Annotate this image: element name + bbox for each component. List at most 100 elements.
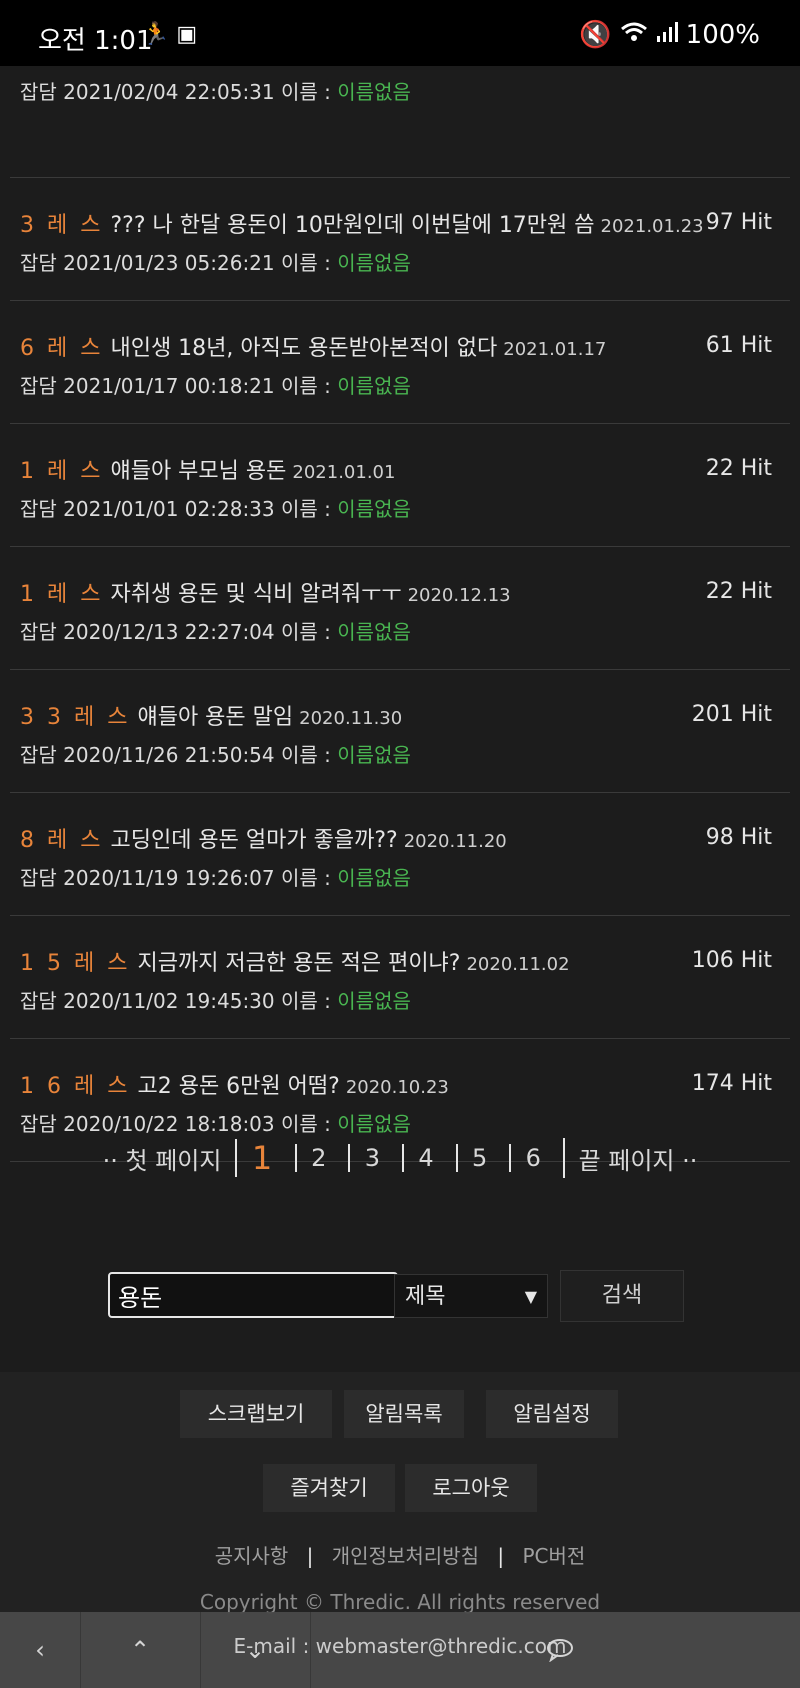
hit-count: 174 Hit	[691, 1071, 772, 1096]
thread-title-line[interactable]: 1 레 스 자취생 용돈 및 식비 알려줘ㅜㅜ 2020.12.13	[20, 576, 511, 608]
thread-title-line[interactable]: 1 5 레 스 지금까지 저금한 용돈 적은 편이냐? 2020.11.02	[20, 945, 570, 977]
status-time: 오전 1:01	[38, 26, 153, 56]
thread-datetime: 2020/12/13 22:27:04	[63, 620, 275, 644]
page-link[interactable]: 4	[402, 1144, 448, 1172]
bottom-nav-bar: E-mail : webmaster@thredic.com ‹ ⌃ ⌄	[0, 1612, 800, 1688]
list-item[interactable]: 6 레 스 내인생 18년, 아직도 용돈받아본적이 없다 2021.01.17 6…	[10, 300, 790, 424]
thread-author: 이름없음	[337, 497, 411, 521]
thread-date: 2021.01.01	[292, 462, 396, 483]
thread-category: 잡담	[20, 743, 57, 767]
reply-count: 3 3 레 스	[20, 705, 131, 730]
reply-count: 1 레 스	[20, 459, 104, 484]
dropdown-caret-icon: ▼	[524, 1287, 537, 1306]
page-link[interactable]: 3	[348, 1144, 394, 1172]
thread-author: 이름없음	[337, 251, 411, 275]
thread-date: 2020.11.20	[403, 831, 507, 852]
list-item[interactable]: 1 레 스 자취생 용돈 및 식비 알려줘ㅜㅜ 2020.12.13 22 Hit 잡…	[10, 546, 790, 670]
battery-percent: 100%	[685, 20, 760, 50]
thread-datetime: 2020/11/02 19:45:30	[63, 989, 275, 1013]
scrap-view-button[interactable]: 스크랩보기	[180, 1390, 332, 1438]
last-page-link[interactable]: 끝 페이지 ··	[579, 1141, 698, 1176]
list-item[interactable]: 잡담 2021/02/04 22:05:31 이름 : 이름없음	[10, 66, 790, 178]
thread-meta: 잡담 2021/02/04 22:05:31 이름 : 이름없음	[20, 76, 411, 105]
thread-date: 2021.01.23	[600, 216, 704, 237]
thread-name-label: 이름 :	[281, 743, 331, 767]
page-link[interactable]: 6	[509, 1144, 555, 1172]
thread-title-line[interactable]: 6 레 스 내인생 18년, 아직도 용돈받아본적이 없다 2021.01.17	[20, 330, 606, 362]
thread-title[interactable]: 고딩인데 용돈 얼마가 좋을까??	[110, 828, 397, 853]
thread-category: 잡담	[20, 251, 57, 275]
thread-name-label: 이름 :	[281, 374, 331, 398]
list-item[interactable]: 1 5 레 스 지금까지 저금한 용돈 적은 편이냐? 2020.11.02 106…	[10, 915, 790, 1039]
notification-list-button[interactable]: 알림목록	[344, 1390, 464, 1438]
search-button[interactable]: 검색	[560, 1270, 684, 1322]
status-icons-left: 🏃 ▣	[142, 22, 197, 47]
thread-author: 이름없음	[337, 743, 411, 767]
privacy-policy-link[interactable]: 개인정보처리방침	[332, 1544, 479, 1568]
hit-count: 22 Hit	[705, 579, 772, 604]
thread-author: 이름없음	[337, 866, 411, 890]
thread-author: 이름없음	[337, 374, 411, 398]
list-item[interactable]: 1 레 스 얘들아 부모님 용돈 2021.01.01 22 Hit 잡담 2021/…	[10, 423, 790, 547]
reply-count: 1 5 레 스	[20, 951, 131, 976]
wifi-icon	[620, 20, 648, 50]
thread-category: 잡담	[20, 374, 57, 398]
pc-version-link[interactable]: PC버전	[522, 1544, 585, 1568]
thread-author: 이름없음	[337, 1112, 411, 1136]
thread-date: 2020.11.30	[299, 708, 403, 729]
page-link[interactable]: 2	[294, 1144, 341, 1172]
thread-title-line[interactable]: 3 레 스 ??? 나 한달 용돈이 10만원인데 이번달에 17만원 씀 202…	[20, 207, 704, 239]
pagination: ·· 첫 페이지 1 2 3 4 5 6 끝 페이지 ··	[0, 1138, 800, 1178]
thread-category: 잡담	[20, 866, 57, 890]
thread-name-label: 이름 :	[281, 497, 331, 521]
thread-title-line[interactable]: 8 레 스 고딩인데 용돈 얼마가 좋을까?? 2020.11.20	[20, 822, 507, 854]
back-icon[interactable]: ‹	[0, 1612, 81, 1688]
comment-icon[interactable]	[510, 1612, 610, 1688]
notification-settings-button[interactable]: 알림설정	[486, 1390, 618, 1438]
thread-title[interactable]: 얘들아 용돈 말임	[137, 705, 293, 730]
thread-title[interactable]: 얘들아 부모님 용돈	[110, 459, 286, 484]
thread-title-line[interactable]: 1 레 스 얘들아 부모님 용돈 2021.01.01	[20, 453, 395, 485]
thread-title[interactable]: 고2 용돈 6만원 어떰?	[137, 1074, 339, 1099]
thread-title-line[interactable]: 1 6 레 스 고2 용돈 6만원 어떰? 2020.10.23	[20, 1068, 449, 1100]
scroll-bottom-icon[interactable]: ⌄	[200, 1612, 311, 1688]
thread-author: 이름없음	[337, 620, 411, 644]
favorites-button[interactable]: 즐겨찾기	[263, 1464, 395, 1512]
search-input[interactable]	[108, 1272, 398, 1318]
thread-title[interactable]: ??? 나 한달 용돈이 10만원인데 이번달에 17만원 씀	[110, 213, 594, 238]
pagination-divider	[562, 1138, 565, 1178]
thread-name-label: 이름 :	[281, 620, 331, 644]
hit-count: 201 Hit	[691, 702, 772, 727]
thread-title-line[interactable]: 3 3 레 스 얘들아 용돈 말임 2020.11.30	[20, 699, 402, 731]
thread-datetime: 2021/02/04 22:05:31	[63, 80, 275, 104]
current-page[interactable]: 1	[235, 1139, 287, 1177]
scroll-top-icon[interactable]: ⌃	[80, 1612, 201, 1688]
thread-name-label: 이름 :	[281, 251, 331, 275]
notice-link[interactable]: 공지사항	[215, 1544, 289, 1568]
copyright-text: Copyright © Thredic. All rights reserved	[199, 1590, 601, 1614]
page-link[interactable]: 5	[455, 1144, 502, 1172]
thread-category: 잡담	[20, 1112, 57, 1136]
logout-button[interactable]: 로그아웃	[405, 1464, 537, 1512]
thread-datetime: 2020/11/19 19:26:07	[63, 866, 275, 890]
hit-count: 98 Hit	[705, 825, 772, 850]
list-item[interactable]: 3 3 레 스 얘들아 용돈 말임 2020.11.30 201 Hit 잡담 202…	[10, 669, 790, 793]
thread-datetime: 2020/11/26 21:50:54	[63, 743, 275, 767]
hit-count: 61 Hit	[705, 333, 772, 358]
thread-author: 이름없음	[337, 989, 411, 1013]
reply-count: 1 레 스	[20, 582, 104, 607]
thread-datetime: 2021/01/23 05:26:21	[63, 251, 275, 275]
thread-name-label: 이름 :	[281, 989, 331, 1013]
first-page-link[interactable]: ·· 첫 페이지	[103, 1141, 222, 1176]
list-item[interactable]: 8 레 스 고딩인데 용돈 얼마가 좋을까?? 2020.11.20 98 Hit 잡…	[10, 792, 790, 916]
thread-title[interactable]: 지금까지 저금한 용돈 적은 편이냐?	[137, 951, 460, 976]
thread-title[interactable]: 내인생 18년, 아직도 용돈받아본적이 없다	[110, 336, 497, 361]
list-item[interactable]: 3 레 스 ??? 나 한달 용돈이 10만원인데 이번달에 17만원 씀 202…	[10, 177, 790, 301]
thread-meta: 잡담 2020/11/19 19:26:07 이름 : 이름없음	[20, 862, 411, 891]
reply-count: 6 레 스	[20, 336, 104, 361]
thread-title[interactable]: 자취생 용돈 및 식비 알려줘ㅜㅜ	[110, 582, 401, 607]
status-bar: 오전 1:01 🏃 ▣ 🔇 100%	[0, 0, 800, 66]
search-field-select[interactable]: 제목 ▼	[394, 1274, 548, 1318]
thread-list-area: 잡담 2021/02/04 22:05:31 이름 : 이름없음 3 레 스 ?…	[0, 66, 800, 1372]
reply-count: 3 레 스	[20, 213, 104, 238]
